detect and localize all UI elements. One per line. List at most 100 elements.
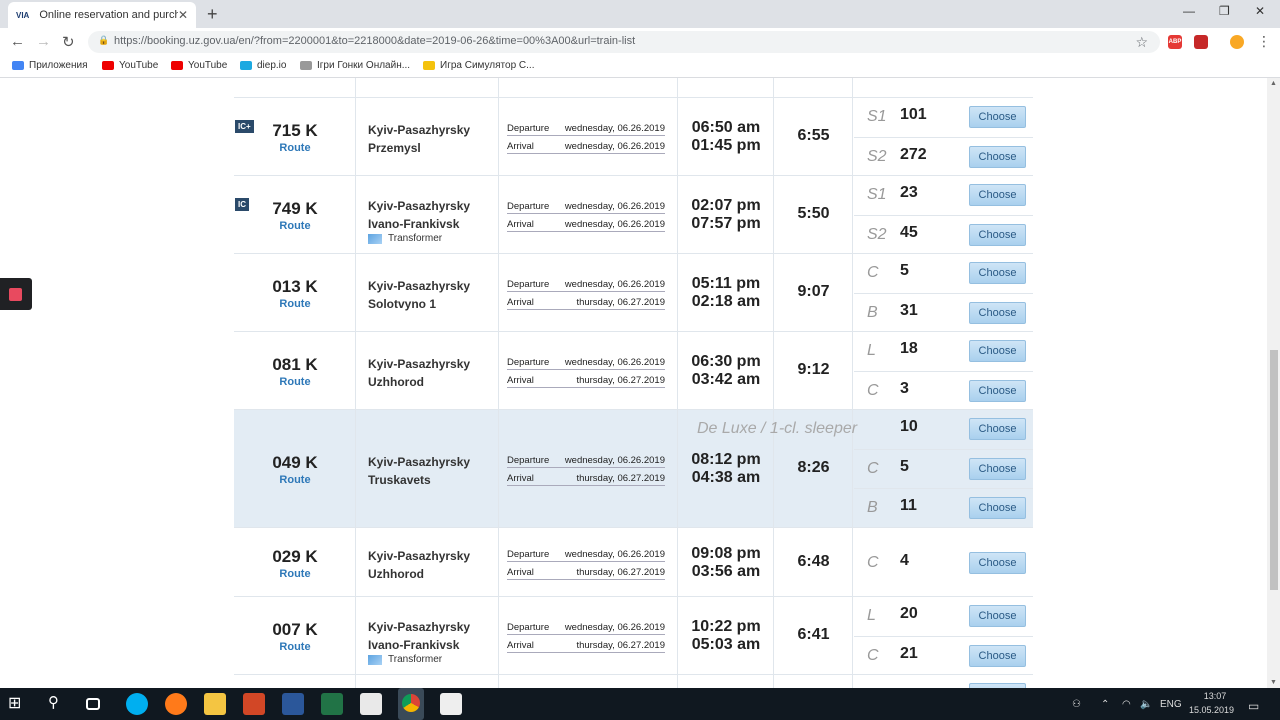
wagon-class: C	[867, 647, 879, 664]
bookmark-item[interactable]: YouTube	[171, 60, 227, 71]
choose-button[interactable]: Choose	[969, 146, 1026, 168]
adblock-icon[interactable]: ABP	[1168, 35, 1182, 49]
volume-icon[interactable]: 🔈	[1140, 699, 1152, 710]
stations-cell: Kyiv-Pasazhyrsky Przemysl	[356, 98, 499, 175]
choose-button[interactable]: Choose	[969, 418, 1026, 440]
youtube-icon	[171, 61, 183, 70]
choose-button[interactable]: Choose	[969, 380, 1026, 402]
bookmark-item[interactable]: Приложения	[12, 60, 88, 71]
search-icon[interactable]: ⚲	[48, 693, 70, 715]
firefox-icon[interactable]	[165, 693, 187, 715]
tray-chevron-icon[interactable]: ⌃	[1101, 699, 1109, 710]
dates-cell: Departure wednesday, 06.26.2019 Arrival thu…	[499, 254, 678, 331]
route-link[interactable]: Route	[234, 641, 356, 653]
scroll-up-icon[interactable]: ▲	[1270, 80, 1277, 87]
skype-icon[interactable]	[126, 693, 148, 715]
choose-button[interactable]: Choose	[969, 497, 1026, 519]
bookmark-label: Ігри Гонки Онлайн...	[317, 60, 411, 71]
close-tab-icon[interactable]: ✕	[178, 8, 188, 22]
transformer-label: Transformer	[368, 654, 442, 665]
task-view-icon[interactable]	[86, 698, 100, 710]
scroll-down-icon[interactable]: ▼	[1270, 679, 1277, 686]
wagon-class: C	[867, 553, 879, 571]
seat-class-row: S1 101 Choose	[854, 98, 1033, 137]
route-link[interactable]: Route	[234, 376, 356, 388]
choose-button[interactable]: Choose	[969, 340, 1026, 362]
bookmark-item[interactable]: diep.io	[240, 60, 286, 71]
notification-icon[interactable]: ▭	[1248, 699, 1259, 713]
wagon-class: S2	[867, 148, 887, 165]
departure-time: 10:22 pm	[691, 618, 761, 635]
reload-icon[interactable]: ↻	[62, 33, 75, 51]
scrollbar[interactable]: ▲ ▼	[1267, 78, 1280, 688]
arrival-time: 03:42 am	[691, 371, 761, 388]
scrollbar-thumb[interactable]	[1270, 350, 1278, 590]
bookmark-item[interactable]: Игра Симулятор С...	[423, 60, 535, 71]
class-tooltip: De Luxe / 1-cl. sleeper	[697, 420, 858, 437]
start-icon[interactable]: ⊞	[8, 693, 30, 715]
choose-button[interactable]: Choose	[969, 458, 1026, 480]
train-number: 007 K	[272, 620, 318, 639]
transformer-icon	[368, 233, 382, 244]
route-link[interactable]: Route	[234, 142, 356, 154]
clock-date[interactable]: 15.05.2019	[1189, 705, 1234, 715]
departure-date-line: Departure wednesday, 06.26.2019	[507, 549, 665, 562]
recording-widget[interactable]	[0, 278, 32, 310]
wifi-icon[interactable]: ◠	[1122, 699, 1131, 710]
forward-icon[interactable]: →	[36, 33, 51, 50]
available-seats: 31	[900, 302, 918, 319]
close-window-icon[interactable]: ✕	[1255, 4, 1265, 18]
new-tab-icon[interactable]: +	[207, 4, 218, 25]
departure-label: Departure	[507, 357, 550, 368]
choose-button[interactable]: Choose	[969, 302, 1026, 324]
bookmark-item[interactable]: YouTube	[102, 60, 158, 71]
mail-icon[interactable]	[360, 693, 382, 715]
wagon-class: C	[867, 460, 879, 477]
route-link[interactable]: Route	[234, 298, 356, 310]
browser-tab[interactable]: VIA Online reservation and purchase ✕	[8, 2, 196, 28]
file-explorer-icon[interactable]	[204, 693, 226, 715]
train-number-cell: 049 K Route	[234, 410, 356, 527]
back-icon[interactable]: ←	[10, 33, 25, 50]
bookmark-star-icon[interactable]: ☆	[1135, 34, 1148, 51]
extension-icon[interactable]	[1194, 35, 1208, 49]
route-link[interactable]: Route	[234, 568, 356, 580]
chrome-icon[interactable]	[398, 688, 424, 720]
arrival-time: 01:45 pm	[691, 137, 761, 154]
wagon-class: L	[867, 342, 876, 359]
choose-button[interactable]: Choose	[969, 605, 1026, 627]
choose-button[interactable]: Choose	[969, 645, 1026, 667]
choose-button[interactable]: Choose	[969, 224, 1026, 246]
choose-button[interactable]: Choose	[969, 551, 1026, 574]
seat-class-row: S2 272 Choose	[854, 137, 1033, 176]
clock-time[interactable]: 13:07	[1199, 691, 1231, 701]
dates-cell: Departure wednesday, 06.26.2019 Arrival wed…	[499, 176, 678, 253]
departure-date-line: Departure wednesday, 06.26.2019	[507, 279, 665, 292]
maximize-icon[interactable]: ❐	[1219, 4, 1230, 18]
arrival-label: Arrival	[507, 219, 534, 230]
arrival-station: Solotvyno 1	[368, 297, 437, 311]
train-number: 029 K	[272, 546, 318, 566]
route-link[interactable]: Route	[234, 220, 356, 232]
excel-icon[interactable]	[321, 693, 343, 715]
minimize-icon[interactable]: —	[1183, 4, 1195, 18]
train-number: 049 K	[272, 453, 318, 472]
photos-icon[interactable]	[440, 693, 462, 715]
menu-icon[interactable]: ⋮	[1257, 33, 1271, 50]
address-bar[interactable]: 🔒 https://booking.uz.gov.ua/en/?from=220…	[88, 31, 1160, 53]
people-icon[interactable]: ⚇	[1072, 699, 1081, 710]
word-icon[interactable]	[282, 693, 304, 715]
rss-icon[interactable]	[1230, 35, 1244, 49]
powerpoint-icon[interactable]	[243, 693, 265, 715]
stations-cell: Kyiv-Pasazhyrsky Solotvyno 1	[356, 254, 499, 331]
route-link[interactable]: Route	[234, 474, 356, 486]
bookmark-item[interactable]: Ігри Гонки Онлайн...	[300, 60, 410, 71]
stations-cell: Kyiv-Pasazhyrsky Ivano-Frankivsk Transform…	[356, 176, 499, 253]
language-indicator[interactable]: ENG	[1160, 699, 1182, 710]
choose-button[interactable]: Choose	[969, 106, 1026, 128]
choose-button[interactable]: Choose	[969, 262, 1026, 284]
choose-button[interactable]: Choose	[969, 184, 1026, 206]
table-cell	[356, 675, 499, 688]
travel-duration: 6:41	[797, 626, 830, 643]
wagon-class: S2	[867, 226, 887, 243]
